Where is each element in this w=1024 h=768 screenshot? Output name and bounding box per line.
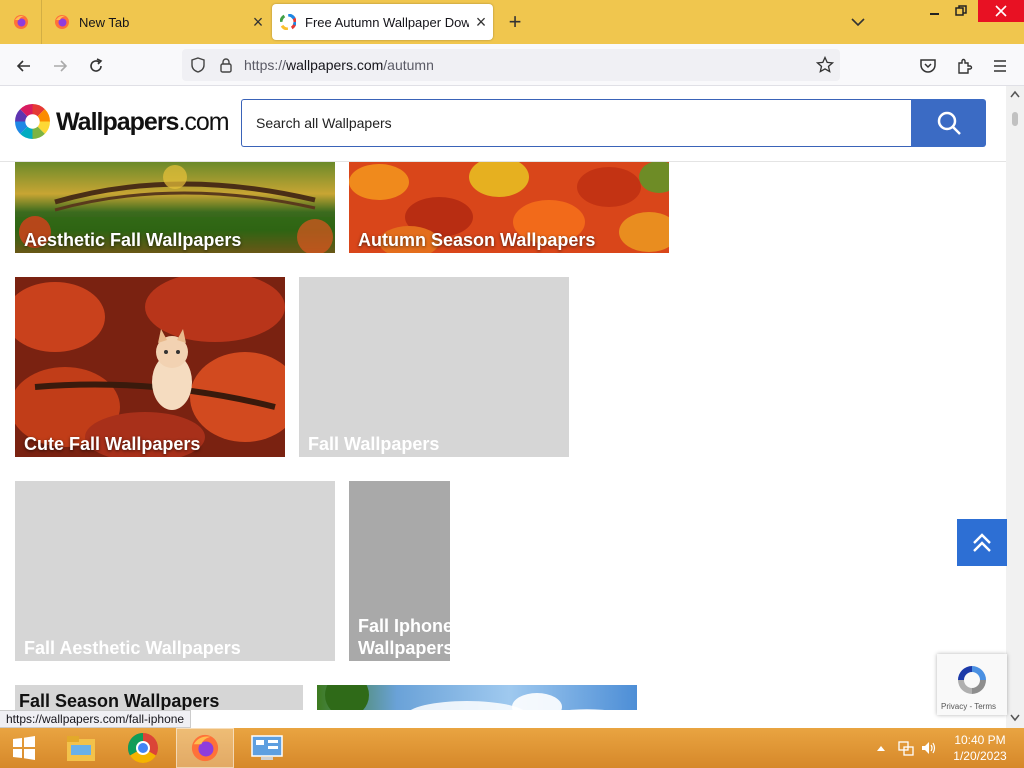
chevron-down-icon [851,18,865,27]
tab-title: New Tab [79,14,130,30]
control-panel-icon [251,735,283,760]
recaptcha-icon [958,666,986,694]
firefox-view-button[interactable] [0,0,42,44]
url-text[interactable]: https://wallpapers.com/autumn [244,57,434,73]
card-title: Fall Season Wallpapers [19,691,220,710]
firefox-icon [55,15,69,29]
taskbar-file-explorer[interactable] [52,728,110,768]
wallpaper-grid: Aesthetic Fall Wallpapers Autumn Season … [0,162,1006,710]
logo-light: .com [178,108,229,136]
restore-icon [955,5,967,16]
firefox-icon [13,15,28,29]
site-header: Wallpapers.com [0,86,1006,162]
url-bar[interactable]: https://wallpapers.com/autumn [182,49,840,81]
url-scheme: https:// [244,57,287,73]
back-icon [16,60,30,72]
taskbar-chrome[interactable] [114,728,172,768]
chrome-icon [127,733,158,764]
search-button[interactable] [911,99,986,147]
forward-button[interactable] [46,52,74,80]
scroll-to-top-button[interactable] [957,519,1007,566]
card-title: Aesthetic Fall Wallpapers [24,230,242,250]
clock-time: 10:40 PM [954,733,1006,747]
app-menu-button[interactable] [986,52,1014,80]
list-all-tabs-button[interactable] [844,8,872,36]
link-status-bar: https://wallpapers.com/fall-iphone [0,710,192,728]
wallpaper-card[interactable]: Cute Fall Wallpapers [15,277,285,457]
show-hidden-icons-icon[interactable] [876,744,886,752]
wallpaper-card[interactable]: Fall Aesthetic Wallpapers [15,481,335,661]
separator: - [969,702,973,711]
taskbar-firefox[interactable] [176,728,234,768]
wallpaper-card[interactable]: Aesthetic Fall Wallpapers [15,162,335,253]
card-title: Fall Aesthetic Wallpapers [24,638,241,658]
clock-date: 1/20/2023 [953,749,1007,763]
wallpaper-card[interactable]: Fall Iphone Wallpapers [349,481,450,661]
search-box[interactable] [241,99,912,147]
recaptcha-links: Privacy - Terms [941,702,996,711]
minimize-icon [930,13,939,15]
tab-title: Free Autumn Wallpaper Downloads [305,14,469,30]
wallpaper-card[interactable] [317,685,637,710]
sky-clouds-image [325,685,605,710]
url-path: /autumn [383,57,434,73]
back-button[interactable] [10,52,38,80]
privacy-link[interactable]: Privacy [941,702,967,711]
site-logo[interactable]: Wallpapers.com [56,108,230,137]
scrollbar-thumb[interactable] [1012,112,1018,126]
extensions-button[interactable] [950,52,978,80]
card-title: Fall Iphone Wallpapers [358,616,450,658]
menu-icon [994,60,1006,72]
firefox-icon [191,734,219,762]
page-scrollbar[interactable] [1006,86,1024,728]
restore-button[interactable] [944,0,978,22]
double-chevron-up-icon [973,532,991,552]
plus-icon[interactable]: + [500,6,530,38]
tab-new-tab[interactable]: New Tab × [42,0,270,44]
file-explorer-icon [67,736,95,761]
pocket-icon [920,59,936,73]
search-input[interactable] [242,100,912,146]
close-icon[interactable]: × [469,13,493,31]
shield-icon[interactable] [190,57,206,73]
lock-icon[interactable] [218,57,234,73]
volume-icon[interactable] [920,740,938,756]
wallpapers-logo-icon[interactable] [14,103,51,140]
system-clock[interactable]: 10:40 PM 1/20/2023 [940,732,1020,764]
window-close-button[interactable] [978,0,1024,22]
scroll-up-icon[interactable] [1010,90,1020,98]
browser-tab-strip: New Tab × Free Autumn Wallpaper Download… [0,0,1024,44]
logo-bold: Wallpapers [56,108,179,136]
kitten-autumn-image [15,277,285,457]
card-title: Fall Wallpapers [308,434,440,454]
card-title: Cute Fall Wallpapers [24,434,201,454]
reload-icon [90,58,103,72]
wallpapers-favicon-icon [280,14,296,30]
recaptcha-badge[interactable]: Privacy - Terms [937,654,1007,715]
network-icon[interactable] [898,740,914,756]
extensions-icon [958,58,973,74]
taskbar-control-panel[interactable] [238,728,296,768]
forward-icon [54,60,68,72]
pocket-button[interactable] [914,52,942,80]
scroll-down-icon[interactable] [1010,714,1020,722]
navigation-toolbar: https://wallpapers.com/autumn [0,44,1024,86]
tab-autumn-wallpapers[interactable]: Free Autumn Wallpaper Downloads × [272,4,493,40]
wallpaper-card[interactable]: Autumn Season Wallpapers [349,162,669,253]
reload-button[interactable] [82,52,110,80]
search-icon [937,111,961,135]
terms-link[interactable]: Terms [974,702,996,711]
star-icon[interactable] [816,56,834,74]
windows-start-icon [13,736,35,760]
card-title: Autumn Season Wallpapers [358,230,596,250]
close-icon [995,5,1007,17]
wallpaper-card[interactable]: Fall Season Wallpapers [15,685,303,710]
url-domain: wallpapers.com [286,57,384,73]
start-button[interactable] [0,728,48,768]
wallpaper-card[interactable]: Fall Wallpapers [299,277,569,457]
windows-taskbar: 10:40 PM 1/20/2023 [0,728,1024,768]
close-icon[interactable]: × [246,13,270,31]
